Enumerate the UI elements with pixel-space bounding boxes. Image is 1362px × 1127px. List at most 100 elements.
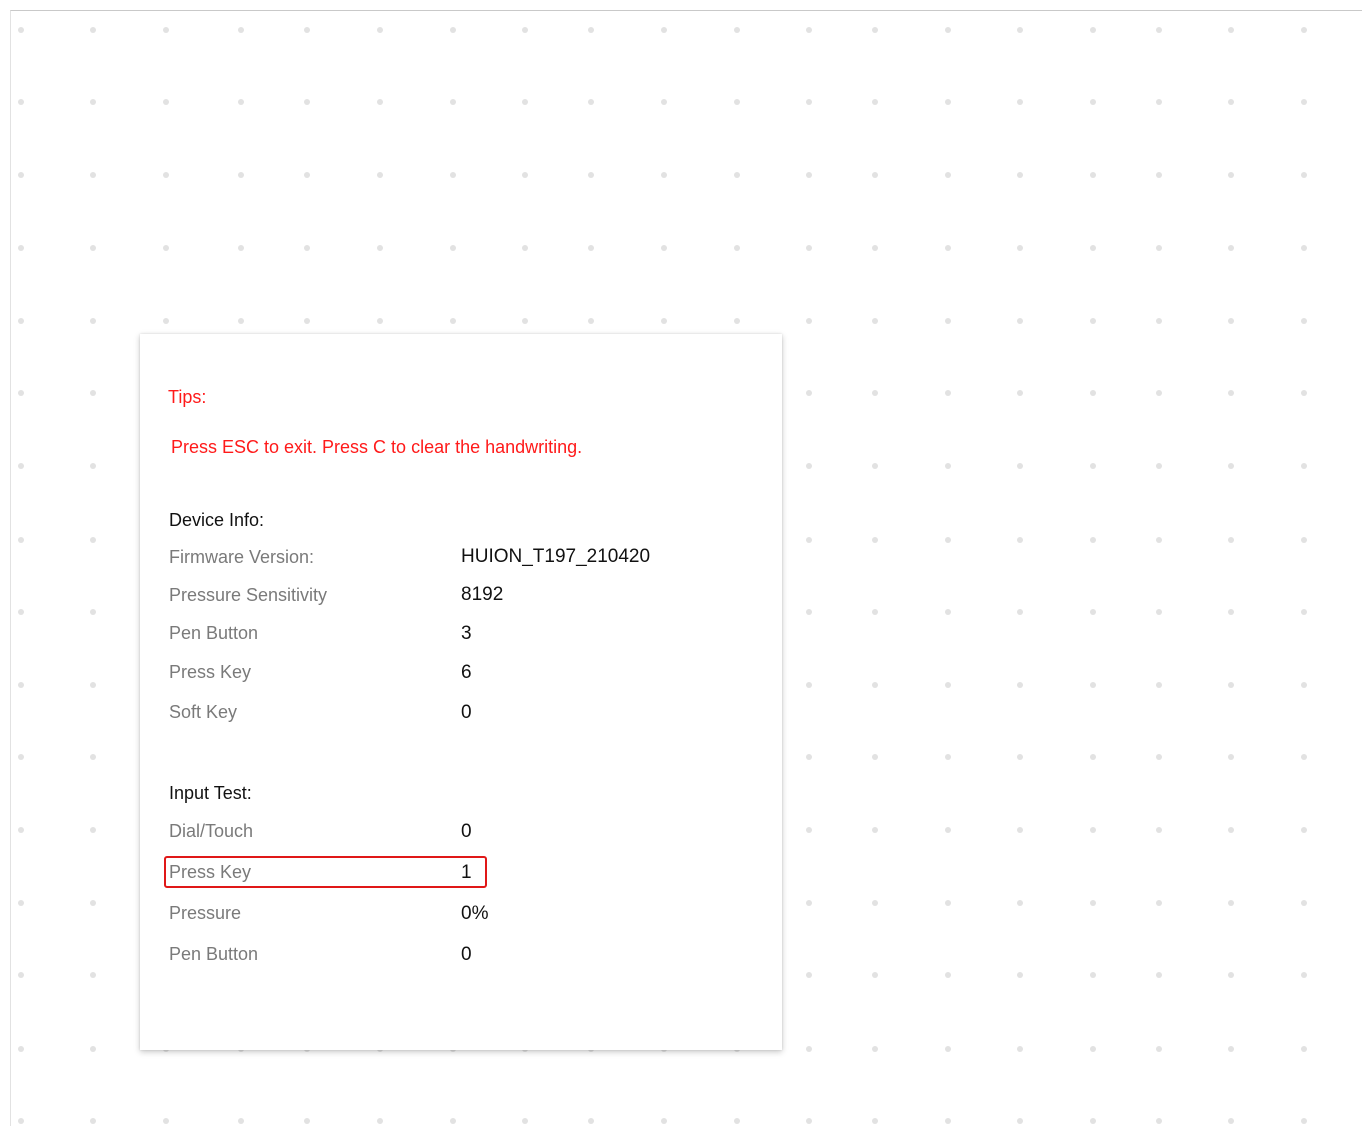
grid-dot [1090, 537, 1096, 543]
grid-dot [90, 609, 96, 615]
grid-dot [304, 27, 310, 33]
grid-dot [163, 245, 169, 251]
grid-dot [304, 172, 310, 178]
grid-dot [1156, 390, 1162, 396]
grid-dot [1090, 172, 1096, 178]
grid-dot [90, 390, 96, 396]
grid-dot [734, 99, 740, 105]
pressure-sensitivity-label: Pressure Sensitivity [169, 585, 328, 605]
grid-dot [1301, 682, 1307, 688]
grid-dot [734, 318, 740, 324]
grid-dot [90, 537, 96, 543]
grid-dot [1301, 1046, 1307, 1052]
grid-dot [1156, 754, 1162, 760]
grid-dot [806, 1046, 812, 1052]
grid-dot [1090, 1118, 1096, 1124]
grid-dot [1156, 682, 1162, 688]
grid-dot [304, 245, 310, 251]
grid-dot [1301, 99, 1307, 105]
grid-dot [1156, 27, 1162, 33]
grid-dot [806, 972, 812, 978]
grid-dot [806, 754, 812, 760]
grid-dot [1017, 27, 1023, 33]
grid-dot [450, 172, 456, 178]
grid-dot [1156, 245, 1162, 251]
grid-dot [872, 27, 878, 33]
pen-button-test-value: 0 [461, 944, 472, 965]
pressure-sensitivity-value: 8192 [461, 584, 504, 605]
device-info-panel: Tips: Press ESC to exit. Press C to clea… [140, 334, 782, 1050]
dial-touch-value: 0 [461, 821, 472, 842]
grid-dot [238, 318, 244, 324]
grid-dot [18, 682, 24, 688]
grid-dot [1301, 972, 1307, 978]
grid-dot [1156, 972, 1162, 978]
grid-dot [90, 1118, 96, 1124]
grid-dot [1017, 463, 1023, 469]
grid-dot [1156, 609, 1162, 615]
grid-dot [945, 537, 951, 543]
grid-dot [661, 172, 667, 178]
grid-dot [806, 827, 812, 833]
grid-dot [806, 1118, 812, 1124]
grid-dot [522, 318, 528, 324]
grid-dot [377, 1118, 383, 1124]
grid-dot [588, 172, 594, 178]
grid-dot [1090, 318, 1096, 324]
grid-dot [1156, 172, 1162, 178]
soft-key-count-label: Soft Key [169, 702, 238, 722]
grid-dot [1301, 463, 1307, 469]
grid-dot [18, 99, 24, 105]
grid-dot [18, 972, 24, 978]
grid-dot [90, 972, 96, 978]
grid-dot [806, 99, 812, 105]
grid-dot [1017, 609, 1023, 615]
grid-dot [661, 99, 667, 105]
grid-dot [522, 172, 528, 178]
grid-dot [377, 99, 383, 105]
grid-dot [1017, 318, 1023, 324]
grid-dot [522, 245, 528, 251]
grid-dot [1228, 754, 1234, 760]
grid-dot [450, 1118, 456, 1124]
grid-dot [1017, 900, 1023, 906]
handwriting-canvas[interactable]: Tips: Press ESC to exit. Press C to clea… [10, 10, 1362, 1126]
grid-dot [1017, 827, 1023, 833]
pen-button-count-value: 3 [461, 623, 472, 644]
grid-dot [588, 318, 594, 324]
grid-dot [1228, 900, 1234, 906]
grid-dot [588, 245, 594, 251]
grid-dot [872, 609, 878, 615]
grid-dot [1301, 537, 1307, 543]
grid-dot [1017, 1046, 1023, 1052]
grid-dot [90, 682, 96, 688]
grid-dot [1156, 463, 1162, 469]
grid-dot [872, 245, 878, 251]
grid-dot [238, 27, 244, 33]
grid-dot [945, 99, 951, 105]
grid-dot [872, 900, 878, 906]
grid-dot [945, 172, 951, 178]
grid-dot [945, 972, 951, 978]
grid-dot [1090, 27, 1096, 33]
grid-dot [304, 1118, 310, 1124]
grid-dot [18, 900, 24, 906]
grid-dot [945, 1118, 951, 1124]
grid-dot [661, 245, 667, 251]
grid-dot [872, 99, 878, 105]
grid-dot [1090, 1046, 1096, 1052]
grid-dot [734, 27, 740, 33]
grid-dot [1090, 609, 1096, 615]
grid-dot [450, 245, 456, 251]
grid-dot [1228, 972, 1234, 978]
press-key-count-label: Press Key [169, 662, 252, 682]
grid-dot [1228, 99, 1234, 105]
grid-dot [872, 463, 878, 469]
grid-dot [1228, 463, 1234, 469]
grid-dot [1017, 537, 1023, 543]
grid-dot [90, 99, 96, 105]
grid-dot [806, 682, 812, 688]
grid-dot [238, 99, 244, 105]
pressure-test-value: 0% [461, 903, 489, 924]
grid-dot [90, 827, 96, 833]
